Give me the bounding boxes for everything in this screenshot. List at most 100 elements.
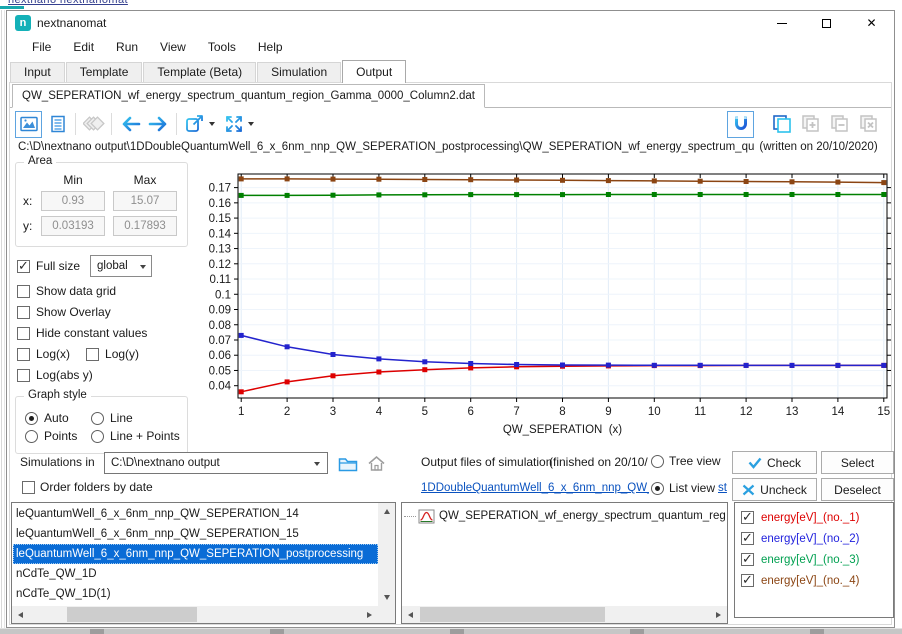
chart-view-button[interactable]: [15, 111, 42, 138]
energy-spectrum-chart[interactable]: 1234567891011121314150.040.050.060.070.0…: [191, 165, 897, 443]
folder-list-item[interactable]: nCdTe_QW_1D(1): [13, 584, 378, 604]
graph-style-title: Graph style: [24, 389, 91, 401]
browse-folder-button[interactable]: [336, 452, 360, 474]
fit-zoom-button[interactable]: [220, 111, 247, 138]
minimize-button[interactable]: [759, 11, 804, 35]
data-view-button[interactable]: [44, 111, 71, 138]
simulations-folder-combobox[interactable]: C:\D\nextnano output: [104, 452, 328, 474]
graph-style-points-label: Points: [44, 429, 77, 443]
max-header: Max: [113, 173, 177, 187]
curve-4-checkbox[interactable]: [741, 574, 754, 587]
show-data-grid-checkbox[interactable]: [17, 285, 30, 298]
scroll-right-button[interactable]: [361, 606, 378, 623]
close-button[interactable]: [849, 11, 894, 35]
export-button[interactable]: [181, 111, 208, 138]
scroll-left-button[interactable]: [402, 606, 419, 623]
add-window-icon: [800, 113, 822, 135]
graph-style-line-radio[interactable]: [91, 412, 104, 425]
log-y-checkbox[interactable]: [86, 348, 99, 361]
hide-constant-values-checkbox[interactable]: [17, 327, 30, 340]
log-abs-y-checkbox[interactable]: [17, 369, 30, 382]
deselect-button[interactable]: Deselect: [821, 478, 894, 501]
duplicate-window-button[interactable]: [768, 111, 795, 138]
tab-simulation[interactable]: Simulation: [257, 62, 341, 82]
folder-list-item[interactable]: leQuantumWell_6_x_6nm_nnp_QW_SEPERATION_…: [13, 504, 378, 524]
uncheck-button[interactable]: Uncheck: [732, 478, 817, 501]
forward-arrow-icon: [147, 114, 171, 134]
x-max-field[interactable]: 15.07: [113, 191, 177, 211]
maximize-button[interactable]: [804, 11, 849, 35]
output-file-item[interactable]: QW_SEPERATION_wf_energy_spectrum_quantum…: [404, 507, 725, 525]
graph-style-auto-radio[interactable]: [25, 412, 38, 425]
x-axis-label: x:: [23, 194, 41, 208]
svg-text:15: 15: [877, 406, 890, 418]
order-folders-checkbox[interactable]: [22, 481, 35, 494]
forward-button[interactable]: [145, 111, 172, 138]
full-size-checkbox[interactable]: [17, 260, 30, 273]
scrollbar-thumb[interactable]: [420, 607, 605, 622]
remove-window-button[interactable]: [826, 111, 853, 138]
fit-zoom-icon: [224, 114, 244, 134]
menu-item-view[interactable]: View: [149, 36, 197, 58]
scrollbar-thumb[interactable]: [67, 607, 197, 622]
graph-style-points-radio[interactable]: [25, 430, 38, 443]
log-x-checkbox[interactable]: [17, 348, 30, 361]
fit-zoom-dropdown-caret[interactable]: [248, 122, 254, 126]
back-button[interactable]: [116, 111, 143, 138]
curve-3-checkbox[interactable]: [741, 553, 754, 566]
folder-list-horizontal-scrollbar[interactable]: [12, 606, 378, 623]
menu-item-file[interactable]: File: [21, 36, 62, 58]
export-dropdown-caret[interactable]: [209, 122, 215, 126]
clipped-link-fragment[interactable]: st: [718, 482, 727, 494]
simulation-folder-link[interactable]: 1DDoubleQuantumWell_6_x_6nm_nnp_QW_SEP: [421, 482, 649, 494]
folder-list-item[interactable]: leQuantumWell_6_x_6nm_nnp_QW_SEPERATION_…: [13, 544, 378, 564]
simulation-folder-list: leQuantumWell_6_x_6nm_nnp_QW_SEPERATION_…: [11, 502, 396, 624]
x-min-field[interactable]: 0.93: [41, 191, 105, 211]
graph-style-line-points-radio[interactable]: [91, 430, 104, 443]
svg-text:QW_SEPERATION (x): QW_SEPERATION (x): [503, 424, 622, 436]
tab-output[interactable]: Output: [342, 60, 406, 83]
curve-2-checkbox[interactable]: [741, 532, 754, 545]
tab-template-beta[interactable]: Template (Beta): [143, 62, 256, 82]
check-button[interactable]: Check: [732, 451, 817, 474]
show-overlay-checkbox[interactable]: [17, 306, 30, 319]
chart-area[interactable]: 1234567891011121314150.040.050.060.070.0…: [191, 165, 897, 443]
file-tab[interactable]: QW_SEPERATION_wf_energy_spectrum_quantum…: [12, 84, 485, 108]
folder-list-vertical-scrollbar[interactable]: [378, 503, 395, 606]
select-button[interactable]: Select: [821, 451, 894, 474]
add-window-button[interactable]: [797, 111, 824, 138]
output-files-horizontal-scrollbar[interactable]: [402, 606, 727, 623]
overlay-layers-button[interactable]: [80, 111, 107, 138]
menu-item-edit[interactable]: Edit: [62, 36, 105, 58]
folder-list-item[interactable]: leQuantumWell_6_x_6nm_nnp_QW_SEPERATION_…: [13, 524, 378, 544]
list-view-radio[interactable]: [651, 482, 664, 495]
order-folders-option[interactable]: Order folders by date: [22, 480, 153, 494]
scroll-right-button[interactable]: [710, 606, 727, 623]
home-icon: [367, 455, 386, 472]
tab-input[interactable]: Input: [10, 62, 65, 82]
tab-template[interactable]: Template: [66, 62, 143, 82]
menu-item-help[interactable]: Help: [247, 36, 294, 58]
scale-dropdown[interactable]: global: [90, 255, 152, 277]
titlebar[interactable]: n nextnanomat: [7, 11, 894, 35]
scroll-left-button[interactable]: [12, 606, 29, 623]
magnet-button[interactable]: [727, 111, 754, 138]
folder-list-item[interactable]: nCdTe_QW_1D: [13, 564, 378, 584]
deselect-button-label: Deselect: [834, 483, 881, 497]
tree-view-radio[interactable]: [651, 455, 664, 468]
close-window-button[interactable]: [855, 111, 882, 138]
scroll-up-button[interactable]: [378, 503, 395, 520]
curve-1-checkbox[interactable]: [741, 511, 754, 524]
tree-view-option[interactable]: Tree view: [651, 454, 721, 468]
area-group-title: Area: [24, 155, 56, 167]
y-max-field[interactable]: 0.17893: [113, 216, 177, 236]
menu-item-tools[interactable]: Tools: [197, 36, 247, 58]
list-view-option[interactable]: List view: [651, 481, 715, 495]
chart-view-icon: [19, 114, 39, 134]
y-min-field[interactable]: 0.03193: [41, 216, 105, 236]
main-tabstrip: Input Template Template (Beta) Simulatio…: [7, 59, 894, 82]
scroll-down-button[interactable]: [378, 589, 395, 606]
home-folder-button[interactable]: [364, 452, 388, 474]
svg-text:0.04: 0.04: [209, 381, 232, 393]
menu-item-run[interactable]: Run: [105, 36, 149, 58]
